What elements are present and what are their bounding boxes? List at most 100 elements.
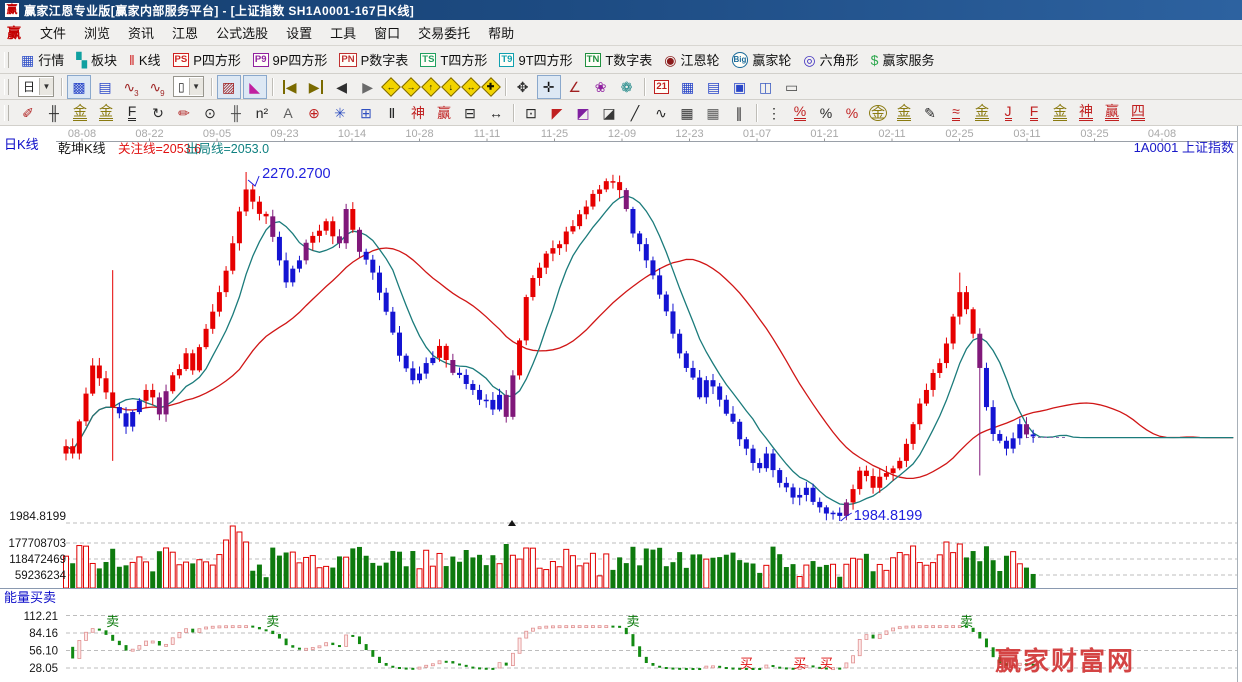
tool-fan-red[interactable]: ◤ xyxy=(545,101,569,125)
tool-volume-profile[interactable]: ◣ xyxy=(243,75,267,99)
gann-wheel[interactable]: ◉江恩轮 xyxy=(658,48,725,71)
tool-j-angle[interactable]: J xyxy=(996,101,1020,125)
tool-pencil-ruler[interactable]: ✏ xyxy=(172,101,196,125)
diamond-zoom-in-icon[interactable]: ↑ xyxy=(421,77,441,97)
menu-formula[interactable]: 公式选股 xyxy=(207,20,277,45)
tool-circle-target[interactable]: ⊕ xyxy=(302,101,326,125)
t-square[interactable]: TST四方形 xyxy=(414,48,493,71)
tool-gold-sequence-1[interactable]: 金 xyxy=(68,101,92,125)
tool-wave-segment-3[interactable]: ∿3 xyxy=(119,75,143,99)
tool-box-chart[interactable]: ⊡ xyxy=(519,101,543,125)
tool-dragon-tool[interactable]: ❁ xyxy=(615,75,639,99)
tool-k-compare[interactable]: Ⅱ xyxy=(380,101,404,125)
tool-gold-band[interactable]: 金 xyxy=(892,101,916,125)
tool-crosshair-tool[interactable]: ✛ xyxy=(537,75,561,99)
tool-gann-flower[interactable]: ❀ xyxy=(589,75,613,99)
tool-parallel-rays[interactable]: ∥ xyxy=(727,101,751,125)
tool-f10-info[interactable]: ▤ xyxy=(93,75,117,99)
tool-fan-purple[interactable]: ◩ xyxy=(571,101,595,125)
tool-region-zoom[interactable]: ▩ xyxy=(67,75,91,99)
tool-trend-ray[interactable]: ╱ xyxy=(623,101,647,125)
menu-trade[interactable]: 交易委托 xyxy=(409,20,479,45)
tool-fan-dark[interactable]: ◪ xyxy=(597,101,621,125)
tool-save-disk[interactable]: ▣ xyxy=(728,75,752,99)
menu-file[interactable]: 文件 xyxy=(31,20,75,45)
draw-pencil-icon: ✐ xyxy=(22,106,34,120)
winner-wheel[interactable]: Big赢家轮 xyxy=(726,48,798,71)
sectors[interactable]: ▚板块 xyxy=(70,48,123,71)
tool-notepad[interactable]: ▤ xyxy=(702,75,726,99)
tool-export-web[interactable]: ◫ xyxy=(754,75,778,99)
tool-calendar-21[interactable]: 21 xyxy=(650,75,674,99)
menu-settings[interactable]: 设置 xyxy=(277,20,321,45)
winner-service[interactable]: $赢家服务 xyxy=(865,48,941,71)
t-number-table[interactable]: TNT数字表 xyxy=(579,48,659,71)
tool-ying-tool[interactable]: 赢 xyxy=(432,101,456,125)
tool-fib-ruler[interactable]: F xyxy=(120,101,144,125)
tool-brush-mark[interactable]: ✎ xyxy=(918,101,942,125)
diamond-pan-right-icon[interactable]: → xyxy=(401,77,421,97)
tool-gold-rays[interactable]: 金 xyxy=(970,101,994,125)
tool-dense-grid-1[interactable]: ▦ xyxy=(675,101,699,125)
tool-gann-grid[interactable]: ╫ xyxy=(42,101,66,125)
tool-wave-segment-9[interactable]: ∿9 xyxy=(145,75,169,99)
tool-angle-measure[interactable]: ∠ xyxy=(563,75,587,99)
tool-si-angle[interactable]: 四 xyxy=(1126,101,1150,125)
diamond-fit-width-icon[interactable]: ↔ xyxy=(461,77,481,97)
tool-percent-plain[interactable]: % xyxy=(814,101,838,125)
tool-square-target[interactable]: ⊞ xyxy=(354,101,378,125)
9p-square[interactable]: P99P四方形 xyxy=(247,48,334,71)
menu-gann[interactable]: 江恩 xyxy=(163,20,207,45)
tool-percent-line[interactable]: % xyxy=(840,101,864,125)
tool-price-ruler[interactable]: ╫ xyxy=(224,101,248,125)
tool-last-page[interactable]: ▶ xyxy=(304,75,328,99)
tool-gold-angle[interactable]: 金 xyxy=(1048,101,1072,125)
tool-ying-angle[interactable]: 赢 xyxy=(1100,101,1124,125)
tool-dense-grid-2[interactable]: ▦ xyxy=(701,101,725,125)
menu-tools[interactable]: 工具 xyxy=(321,20,365,45)
period-selector[interactable]: 日▼ xyxy=(18,76,54,97)
tool-first-page[interactable]: ◀ xyxy=(278,75,302,99)
tool-printer[interactable]: ▭ xyxy=(780,75,804,99)
tool-hand-tool[interactable]: ✥ xyxy=(511,75,535,99)
diamond-pan-left-icon[interactable]: ← xyxy=(381,77,401,97)
kline-chart[interactable]: 08-0808-2209-0509-2310-1410-2811-1111-25… xyxy=(0,126,1242,682)
diamond-fit-all-icon[interactable]: ✚ xyxy=(481,77,501,97)
tool-percent-ladder[interactable]: ⋮ xyxy=(762,101,786,125)
tool-calculator[interactable]: ▦ xyxy=(676,75,700,99)
diamond-zoom-out-icon[interactable]: ↓ xyxy=(441,77,461,97)
tool-cycle-spiral[interactable]: ↻ xyxy=(146,101,170,125)
menu-logo-icon[interactable]: 赢 xyxy=(7,23,21,43)
menu-news[interactable]: 资讯 xyxy=(119,20,163,45)
tool-wave-band[interactable]: ≈ xyxy=(944,101,968,125)
tool-next-bar[interactable]: ▶ xyxy=(356,75,380,99)
chevron-down-icon[interactable]: ▼ xyxy=(39,78,53,95)
tool-f-angle[interactable]: F xyxy=(1022,101,1046,125)
hexagon[interactable]: ◎六角形 xyxy=(797,48,864,71)
tool-shen-tool[interactable]: 神 xyxy=(406,101,430,125)
p-number-table[interactable]: PNP数字表 xyxy=(333,48,414,71)
tool-a-channel[interactable]: A xyxy=(276,101,300,125)
kline[interactable]: ǁK线 xyxy=(123,48,166,71)
tool-draw-pencil[interactable]: ✐ xyxy=(16,101,40,125)
tool-width-span[interactable]: ↔ xyxy=(484,101,508,125)
tool-grid-price-time[interactable]: ⊟ xyxy=(458,101,482,125)
quotes[interactable]: ▦行情 xyxy=(15,48,70,71)
tool-shen-angle[interactable]: 神 xyxy=(1074,101,1098,125)
chevron-down-icon[interactable]: ▼ xyxy=(189,78,203,95)
menu-help[interactable]: 帮助 xyxy=(479,20,523,45)
p-square[interactable]: PSP四方形 xyxy=(167,48,247,71)
tool-time-circle[interactable]: ⊙ xyxy=(198,101,222,125)
tool-gold-circle[interactable]: 金 xyxy=(866,101,890,125)
9t-square[interactable]: T99T四方形 xyxy=(493,48,578,71)
menu-view[interactable]: 浏览 xyxy=(75,20,119,45)
menu-window[interactable]: 窗口 xyxy=(365,20,409,45)
tool-n-square[interactable]: n² xyxy=(250,101,274,125)
candle-style-selector[interactable]: ▯▼ xyxy=(173,76,204,97)
tool-percent-red[interactable]: % xyxy=(788,101,812,125)
tool-zigzag-wave[interactable]: ∿ xyxy=(649,101,673,125)
tool-star-rays[interactable]: ✳ xyxy=(328,101,352,125)
tool-gold-sequence-2[interactable]: 金 xyxy=(94,101,118,125)
tool-qiankun-pattern[interactable]: ▨ xyxy=(217,75,241,99)
tool-prev-bar[interactable]: ◀ xyxy=(330,75,354,99)
